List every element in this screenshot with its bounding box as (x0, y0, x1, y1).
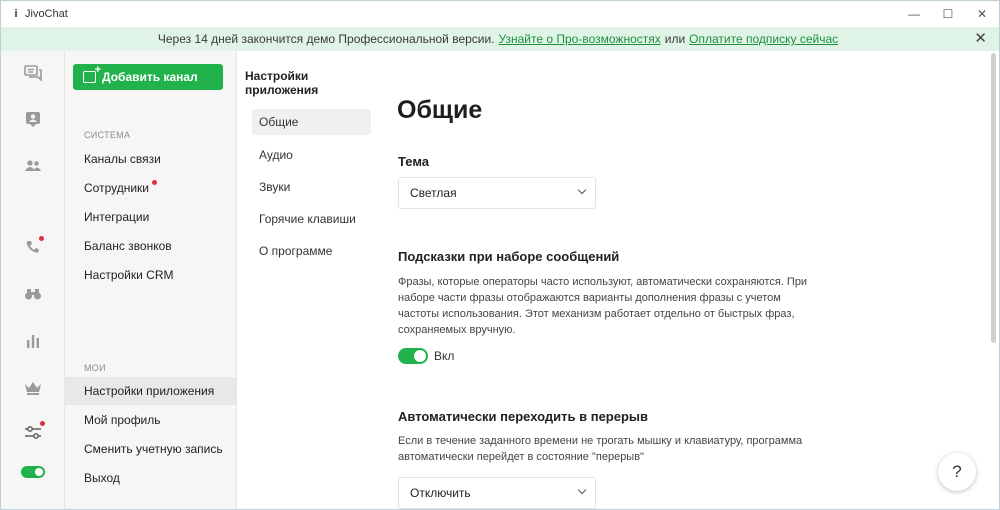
nav-item-my-profile[interactable]: Мой профиль (65, 406, 236, 434)
window-controls: — ☐ ✕ (897, 1, 999, 27)
title-bar: i JivoChat — ☐ ✕ (1, 1, 999, 27)
maximize-button[interactable]: ☐ (931, 1, 965, 27)
settings-menu-title: Настройки приложения (245, 69, 319, 97)
hints-toggle-row: Вкл (398, 348, 454, 364)
add-channel-label: Добавить канал (102, 70, 198, 84)
nav-item-call-balance[interactable]: Баланс звонков (65, 232, 236, 260)
phone-icon[interactable] (21, 235, 45, 259)
nav-item-label: Выход (84, 471, 120, 485)
nav-item-label: Сменить учетную запись (84, 442, 223, 456)
help-button[interactable]: ? (938, 453, 976, 491)
settings-nav: Добавить канал СИСТЕМА Каналы связи Сотр… (65, 51, 237, 509)
tab-hotkeys[interactable]: Горячие клавиши (252, 206, 371, 232)
hints-toggle-label: Вкл (434, 349, 455, 363)
trial-banner: Через 14 дней закончится демо Профессион… (1, 27, 999, 51)
banner-or-text: или (664, 32, 686, 46)
banner-close-icon[interactable]: ✕ (974, 31, 987, 47)
system-section-label: СИСТЕМА (84, 130, 131, 140)
settings-badge (40, 421, 45, 426)
nav-item-label: Интеграции (84, 210, 150, 224)
tab-audio[interactable]: Аудио (252, 142, 371, 168)
nav-item-employees[interactable]: Сотрудники (65, 174, 236, 202)
add-channel-icon (83, 64, 101, 83)
theme-select[interactable]: Светлая (398, 177, 596, 209)
icon-rail (1, 51, 65, 509)
general-settings-panel: Общие Тема Светлая Подсказки при наборе … (381, 51, 987, 509)
nav-item-logout[interactable]: Выход (65, 464, 236, 492)
chevron-down-icon (577, 485, 587, 495)
nav-item-label: Каналы связи (84, 152, 161, 166)
stats-icon[interactable] (21, 329, 45, 353)
pro-features-link[interactable]: Узнайте о Про-возможностях (499, 32, 661, 46)
theme-select-value: Светлая (410, 186, 457, 200)
auto-break-select[interactable]: Отключить (398, 477, 596, 509)
nav-item-label: Мой профиль (84, 413, 161, 427)
settings-sliders-icon[interactable] (21, 421, 45, 445)
nav-item-label: Настройки CRM (84, 268, 174, 282)
mine-section-label: МОИ (84, 363, 106, 373)
nav-item-label: Сотрудники (84, 181, 149, 195)
nav-item-label: Баланс звонков (84, 239, 172, 253)
hints-description: Фразы, которые операторы часто использую… (398, 276, 808, 336)
pay-subscription-link[interactable]: Оплатите подписку сейчас (689, 32, 838, 46)
banner-text: Через 14 дней закончится демо Профессион… (157, 32, 495, 46)
chevron-down-icon (577, 185, 587, 195)
auto-break-label: Автоматически переходить в перерыв (398, 409, 649, 424)
main-scrollbar[interactable] (987, 51, 999, 509)
tab-sounds[interactable]: Звуки (252, 174, 371, 200)
nav-item-app-settings[interactable]: Настройки приложения (65, 377, 236, 405)
nav-item-label: Настройки приложения (84, 384, 215, 398)
app-settings-menu: Настройки приложения Общие Аудио Звуки Г… (237, 51, 381, 509)
nav-item-crm-settings[interactable]: Настройки CRM (65, 261, 236, 289)
app-logo-icon: i (14, 8, 18, 20)
hints-toggle[interactable] (398, 348, 428, 364)
team-icon[interactable] (21, 154, 45, 178)
app-window: i JivoChat — ☐ ✕ Через 14 дней закончитс… (0, 0, 1000, 510)
page-title: Общие (397, 96, 483, 124)
chat-icon[interactable] (21, 61, 45, 85)
hints-label: Подсказки при наборе сообщений (398, 249, 620, 264)
auto-break-description: Если в течение заданного времени не трог… (398, 435, 803, 463)
nav-item-channels[interactable]: Каналы связи (65, 145, 236, 173)
close-window-button[interactable]: ✕ (965, 1, 999, 27)
minimize-button[interactable]: — (897, 1, 931, 27)
tab-about[interactable]: О программе (252, 238, 371, 264)
binoculars-icon[interactable] (21, 282, 45, 306)
auto-break-select-value: Отключить (410, 486, 471, 500)
nav-item-switch-account[interactable]: Сменить учетную запись (65, 435, 236, 463)
employees-badge (152, 179, 157, 185)
crown-icon[interactable] (21, 376, 45, 400)
online-status-toggle[interactable] (21, 466, 45, 478)
scrollbar-thumb[interactable] (991, 53, 996, 343)
add-channel-button[interactable]: Добавить канал (73, 64, 223, 90)
window-title: JivoChat (25, 8, 68, 20)
phone-badge (39, 236, 44, 241)
tab-general[interactable]: Общие (252, 109, 371, 135)
theme-label: Тема (398, 154, 430, 169)
visitor-icon[interactable] (21, 107, 45, 131)
nav-item-integrations[interactable]: Интеграции (65, 203, 236, 231)
